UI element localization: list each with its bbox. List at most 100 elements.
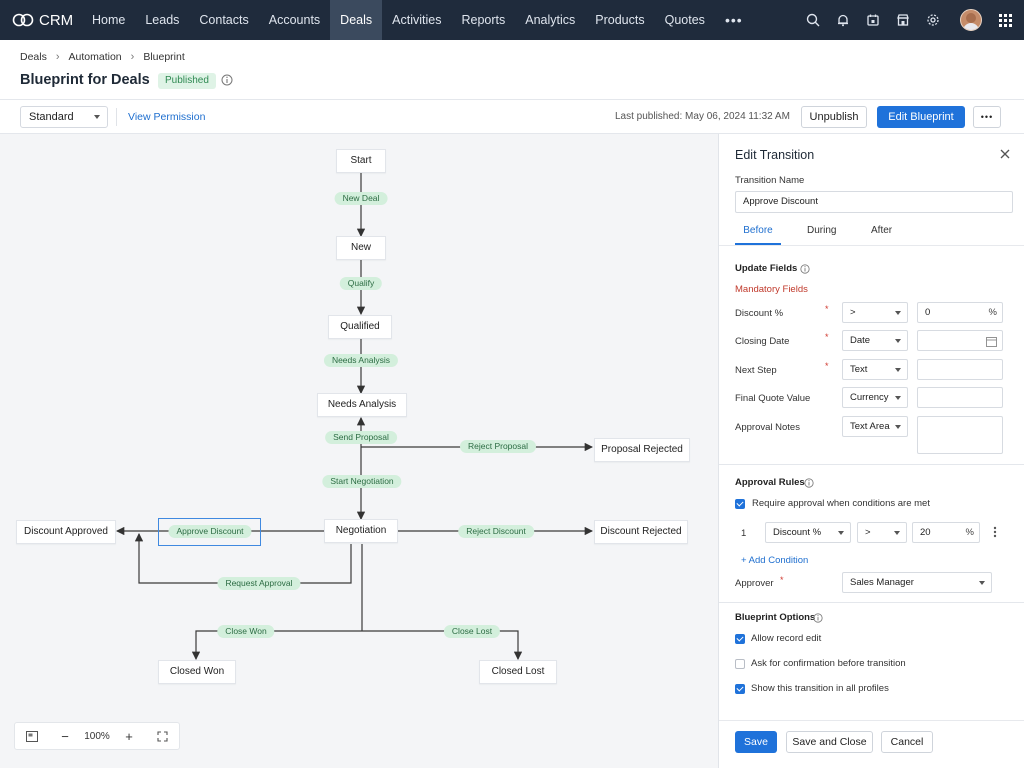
field-value-final-quote[interactable] [917, 387, 1003, 408]
avatar[interactable] [960, 9, 982, 31]
node-proposal-rejected[interactable]: Proposal Rejected [594, 438, 690, 462]
nav-item-quotes[interactable]: Quotes [655, 0, 715, 40]
transition-reject-discount[interactable]: Reject Discount [458, 525, 534, 538]
nav-item-products[interactable]: Products [585, 0, 654, 40]
node-closed-lost[interactable]: Closed Lost [479, 660, 557, 684]
transition-close-won[interactable]: Close Won [217, 625, 275, 638]
show-all-profiles-checkbox[interactable] [735, 684, 745, 694]
field-value-next-step[interactable] [917, 359, 1003, 380]
required-marker: * [825, 332, 829, 342]
gear-icon[interactable] [918, 0, 948, 40]
zoom-out-button[interactable]: − [49, 722, 81, 750]
minimap-icon[interactable] [15, 722, 49, 750]
field-type-next-step[interactable]: Text [842, 359, 908, 380]
zoom-level: 100% [84, 730, 110, 742]
ask-confirmation-checkbox[interactable] [735, 659, 745, 669]
footer-divider [719, 720, 1024, 721]
unpublish-button[interactable]: Unpublish [801, 106, 867, 128]
condition-field-select[interactable]: Discount % [765, 522, 851, 543]
crm-logo[interactable]: CRM [0, 0, 82, 40]
info-icon[interactable] [804, 477, 814, 491]
nav-item-accounts[interactable]: Accounts [259, 0, 330, 40]
blueprint-canvas[interactable]: Start New Qualified Needs Analysis Propo… [0, 134, 718, 768]
app-grid-icon[interactable] [990, 0, 1020, 40]
marketplace-icon[interactable] [888, 0, 918, 40]
nav-item-reports[interactable]: Reports [451, 0, 515, 40]
transition-approve-discount[interactable]: Approve Discount [168, 525, 252, 538]
field-type-approval-notes-value: Text Area [850, 421, 890, 432]
page-title: Blueprint for Deals [20, 72, 150, 88]
transition-start-negotiation[interactable]: Start Negotiation [322, 475, 402, 488]
layout-select[interactable]: Standard [20, 106, 108, 128]
allow-record-edit-checkbox[interactable] [735, 634, 745, 644]
blueprint-options-title: Blueprint Options [735, 612, 816, 623]
field-value-discount[interactable]: 0% [917, 302, 1003, 323]
condition-operator-select[interactable]: > [857, 522, 907, 543]
field-type-discount[interactable]: > [842, 302, 908, 323]
field-type-closing-date[interactable]: Date [842, 330, 908, 351]
info-icon[interactable] [813, 612, 823, 626]
nav-item-deals[interactable]: Deals [330, 0, 383, 40]
info-icon[interactable] [221, 74, 233, 89]
fit-screen-icon[interactable] [145, 722, 179, 750]
save-and-close-button[interactable]: Save and Close [786, 731, 873, 753]
tab-during[interactable]: During [807, 223, 836, 245]
field-label-approval-notes: Approval Notes [735, 422, 800, 433]
breadcrumb-blueprint[interactable]: Blueprint [143, 51, 184, 63]
nav-item-analytics[interactable]: Analytics [515, 0, 585, 40]
node-discount-approved[interactable]: Discount Approved [16, 520, 116, 544]
field-type-approval-notes[interactable]: Text Area [842, 416, 908, 437]
close-icon[interactable] [1000, 148, 1010, 162]
edit-blueprint-button[interactable]: Edit Blueprint [877, 106, 965, 128]
add-condition-link[interactable]: + Add Condition [741, 555, 808, 566]
transition-send-proposal[interactable]: Send Proposal [325, 431, 397, 444]
calendar-icon[interactable] [858, 0, 888, 40]
section-divider [719, 464, 1024, 465]
edit-transition-panel: Edit Transition Transition Name Approve … [718, 134, 1024, 768]
node-start[interactable]: Start [336, 149, 386, 173]
transition-request-approval[interactable]: Request Approval [217, 577, 301, 590]
node-new[interactable]: New [336, 236, 386, 260]
kebab-menu-icon[interactable] [993, 526, 997, 541]
transition-close-lost[interactable]: Close Lost [443, 625, 501, 638]
save-button[interactable]: Save [735, 731, 777, 753]
field-label-next-step: Next Step [735, 365, 777, 376]
nav-item-contacts[interactable]: Contacts [189, 0, 258, 40]
chevron-down-icon [895, 368, 901, 372]
field-value-closing-date[interactable] [917, 330, 1003, 351]
breadcrumb-automation[interactable]: Automation [69, 51, 122, 63]
transition-qualify[interactable]: Qualify [339, 277, 383, 290]
calendar-icon[interactable] [986, 335, 997, 354]
node-negotiation[interactable]: Negotiation [324, 519, 398, 543]
bell-icon[interactable] [828, 0, 858, 40]
transition-needs-analysis[interactable]: Needs Analysis [323, 354, 399, 367]
node-needs-analysis[interactable]: Needs Analysis [317, 393, 407, 417]
ask-confirmation-label: Ask for confirmation before transition [751, 658, 906, 669]
transition-new-deal[interactable]: New Deal [334, 192, 388, 205]
approver-select[interactable]: Sales Manager [842, 572, 992, 593]
transition-name-input[interactable]: Approve Discount [735, 191, 1013, 213]
nav-more-button[interactable]: ••• [715, 0, 753, 40]
status-badge: Published [158, 73, 216, 89]
node-qualified[interactable]: Qualified [328, 315, 392, 339]
transition-reject-proposal[interactable]: Reject Proposal [459, 440, 537, 453]
condition-value-input[interactable]: 20% [912, 522, 980, 543]
cancel-button[interactable]: Cancel [881, 731, 933, 753]
view-permission-link[interactable]: View Permission [128, 111, 205, 123]
nav-item-home[interactable]: Home [82, 0, 135, 40]
chevron-down-icon [894, 531, 900, 535]
tab-after[interactable]: After [871, 223, 892, 245]
node-closed-won[interactable]: Closed Won [158, 660, 236, 684]
require-approval-checkbox[interactable] [735, 499, 745, 509]
zoom-in-button[interactable]: + [113, 722, 145, 750]
field-type-final-quote[interactable]: Currency [842, 387, 908, 408]
field-value-approval-notes[interactable] [917, 416, 1003, 454]
node-discount-rejected[interactable]: Discount Rejected [594, 520, 688, 544]
nav-item-activities[interactable]: Activities [382, 0, 451, 40]
info-icon[interactable] [800, 263, 810, 277]
tab-before[interactable]: Before [735, 223, 781, 245]
search-icon[interactable] [798, 0, 828, 40]
breadcrumb-deals[interactable]: Deals [20, 51, 47, 63]
nav-item-leads[interactable]: Leads [135, 0, 189, 40]
more-options-button[interactable]: ••• [973, 106, 1001, 128]
